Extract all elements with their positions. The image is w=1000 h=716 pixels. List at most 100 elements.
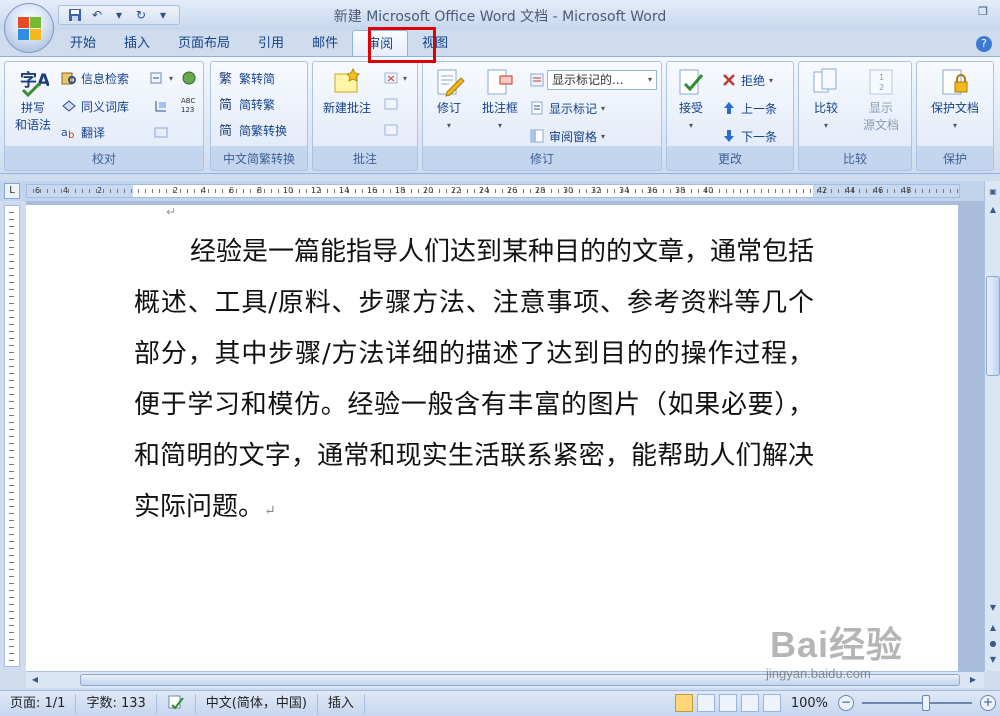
zoom-slider[interactable] <box>862 695 972 711</box>
tab-page-layout[interactable]: 页面布局 <box>164 30 244 56</box>
display-for-review-combo[interactable]: 显示标记的... ▾ <box>547 70 657 90</box>
group-label-protect: 保护 <box>942 152 967 166</box>
scroll-down-icon[interactable]: ▼ <box>986 601 1000 615</box>
balloons-icon <box>484 66 516 98</box>
reviewing-pane-button[interactable]: 审阅窗格 ▾ <box>529 126 605 146</box>
page-indicator[interactable]: 页面: 1/1 <box>0 693 77 714</box>
grammar-settings-button[interactable] <box>153 122 169 142</box>
previous-comment-button[interactable] <box>383 94 399 114</box>
next-comment-button[interactable] <box>383 120 399 140</box>
ruler-number: 2 <box>97 186 103 195</box>
horizontal-ruler[interactable]: 6 4 2 2 4 6 8 10 12 14 16 18 20 22 24 26… <box>26 184 960 198</box>
next-change-button[interactable]: 下一条 <box>721 126 777 146</box>
balloons-button[interactable]: 批注框 ▾ <box>473 66 527 134</box>
vertical-ruler-ticks <box>5 206 19 666</box>
tab-review[interactable]: 审阅 <box>352 30 409 56</box>
ruler-toggle-icon[interactable]: ▣ <box>986 185 1000 199</box>
undo-dropdown-icon[interactable]: ▾ <box>109 6 129 24</box>
undo-icon[interactable]: ↶ <box>87 6 107 24</box>
save-icon[interactable] <box>65 6 85 24</box>
translate-tooltip-button[interactable]: ▾ <box>149 68 173 88</box>
show-markup-button[interactable]: 显示标记 ▾ <box>529 98 605 118</box>
print-layout-view-icon[interactable] <box>674 694 693 712</box>
tab-home[interactable]: 开始 <box>56 30 110 56</box>
zoom-slider-knob[interactable] <box>922 695 930 711</box>
balloons-label: 批注框 <box>481 101 518 115</box>
delete-comment-button[interactable]: ▾ <box>383 68 407 88</box>
grammar-settings-icon <box>153 124 169 140</box>
accept-button[interactable]: 接受 ▾ <box>667 66 715 134</box>
new-comment-button[interactable]: 新建批注 <box>317 66 377 117</box>
arrow-up-icon <box>721 100 737 116</box>
display-combo-value: 显示标记的... <box>552 73 624 87</box>
word-count-button[interactable] <box>153 96 169 116</box>
set-language-button[interactable] <box>181 68 197 88</box>
conversion-button[interactable]: 简 简繁转换 <box>219 120 287 140</box>
to-simplified-button[interactable]: 简 简转繁 <box>219 94 275 114</box>
web-layout-icon[interactable] <box>718 694 737 712</box>
track-changes-button[interactable]: 修订 ▾ <box>425 66 473 134</box>
ruler-number: 6 <box>35 186 41 195</box>
ruler-number: 36 <box>647 186 658 195</box>
group-changes: 接受 ▾ 拒绝 ▾ 上一条 下一条 更改 <box>666 61 794 171</box>
reviewing-pane-label: 审阅窗格 <box>549 129 598 144</box>
zoom-out-icon[interactable]: − <box>838 695 854 711</box>
previous-page-icon[interactable]: ▲ <box>986 621 1000 635</box>
word-count-icon <box>153 98 169 114</box>
group-label-tracking: 修订 <box>529 152 554 166</box>
previous-comment-icon <box>383 96 399 112</box>
translate-button[interactable]: ab 翻译 <box>61 122 105 142</box>
full-screen-reading-icon[interactable] <box>696 694 715 712</box>
draft-view-icon[interactable] <box>762 694 781 712</box>
restore-icon[interactable]: ❐ <box>972 4 994 20</box>
svg-text:简: 简 <box>219 97 232 112</box>
browse-object-icon[interactable]: ● <box>986 637 1000 651</box>
office-button[interactable] <box>4 3 54 53</box>
customize-icon[interactable]: ▾ <box>153 6 173 24</box>
scroll-left-icon[interactable]: ◀ <box>28 674 42 686</box>
research-button[interactable]: 信息检索 <box>61 68 129 88</box>
next-page-icon[interactable]: ▼ <box>986 653 1000 667</box>
show-source-button[interactable]: 12 显示 源文档 <box>853 66 909 134</box>
word-count-indicator[interactable]: 字数: 133 <box>76 693 157 714</box>
proofing-status-icon[interactable] <box>157 693 196 714</box>
previous-change-button[interactable]: 上一条 <box>721 98 777 118</box>
vertical-scrollbar[interactable]: ▣ ▲ ▼ ▲ ● ▼ <box>984 181 1000 671</box>
reject-button[interactable]: 拒绝 ▾ <box>721 70 773 90</box>
scroll-right-icon[interactable]: ▶ <box>966 674 980 686</box>
abc-button[interactable]: ABC 123 <box>181 94 197 114</box>
vertical-ruler[interactable] <box>4 205 20 667</box>
language-indicator[interactable]: 中文(简体，中国) <box>196 693 318 714</box>
protect-document-button[interactable]: 保护文档 ▾ <box>919 66 991 134</box>
vertical-scroll-thumb[interactable] <box>986 276 1000 376</box>
ruler-number: 26 <box>507 186 518 195</box>
thesaurus-button[interactable]: 同义词库 <box>61 96 129 116</box>
compare-button[interactable]: 比较 ▾ <box>801 66 851 134</box>
document-body[interactable]: 经验是一篇能指导人们达到某种目的的文章，通常包括概述、工具/原料、步骤方法、注意… <box>134 227 814 537</box>
tab-mailings[interactable]: 邮件 <box>298 30 352 56</box>
tab-selector-icon[interactable]: L <box>4 183 20 199</box>
zoom-level[interactable]: 100% <box>785 696 834 711</box>
to-traditional-button[interactable]: 繁 繁转简 <box>219 68 275 88</box>
help-icon[interactable]: ? <box>976 36 992 52</box>
outline-view-icon[interactable] <box>740 694 759 712</box>
show-markup-icon <box>529 100 545 116</box>
svg-text:a: a <box>61 126 68 139</box>
tab-references[interactable]: 引用 <box>244 30 298 56</box>
ruler-number: 34 <box>619 186 630 195</box>
insert-mode-indicator[interactable]: 插入 <box>318 693 365 714</box>
ruler-number: 42 <box>817 186 828 195</box>
reject-icon <box>721 72 737 88</box>
spelling-grammar-button[interactable]: 字A 拼写 和语法 <box>7 66 59 134</box>
ruler-number: 20 <box>423 186 434 195</box>
tab-insert[interactable]: 插入 <box>110 30 164 56</box>
zoom-in-icon[interactable]: + <box>980 695 996 711</box>
scroll-up-icon[interactable]: ▲ <box>986 203 1000 217</box>
ruler-number: 46 <box>873 186 884 195</box>
spelling-icon: 字A <box>17 66 51 98</box>
to-traditional-label: 繁转简 <box>239 71 276 86</box>
group-chinese-conversion: 繁 繁转简 简 简转繁 简 简繁转换 中文简繁转换 <box>210 61 308 171</box>
redo-icon[interactable]: ↻ <box>131 6 151 24</box>
tab-view[interactable]: 视图 <box>408 30 462 56</box>
document-page[interactable]: ↵ 经验是一篇能指导人们达到某种目的的文章，通常包括概述、工具/原料、步骤方法、… <box>26 205 958 671</box>
